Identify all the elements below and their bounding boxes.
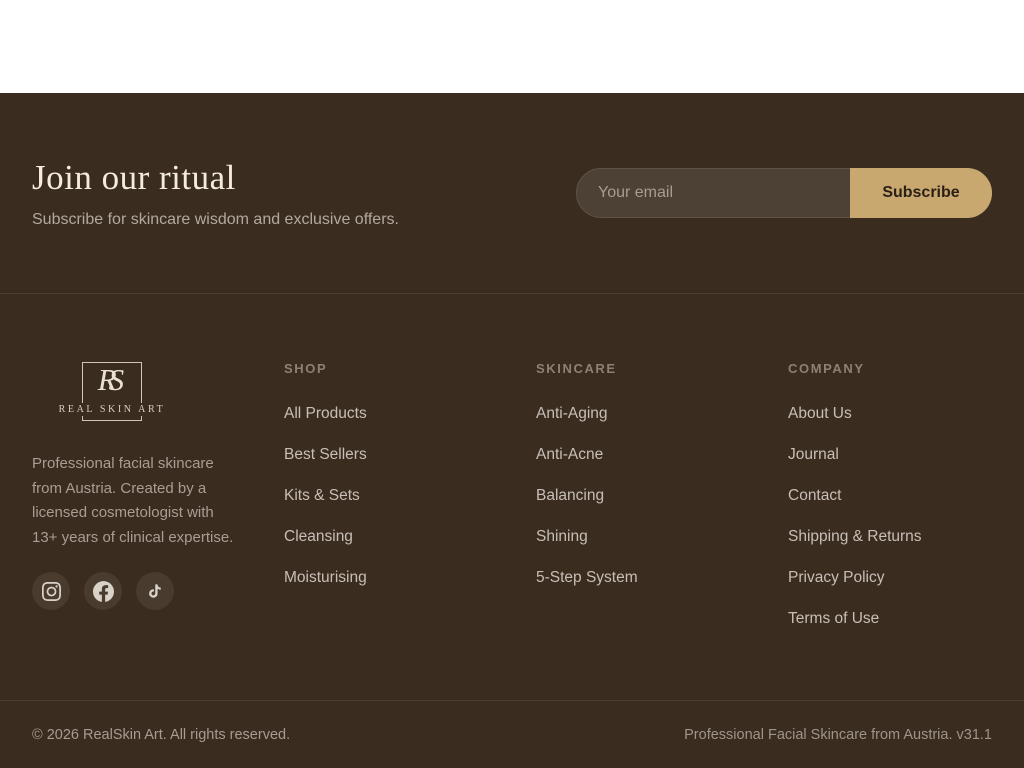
skincare-link-list: Anti-Aging Anti-Acne Balancing Shining 5… xyxy=(536,406,788,586)
list-item: Balancing xyxy=(536,488,788,504)
instagram-link[interactable] xyxy=(32,572,70,610)
list-item: Anti-Aging xyxy=(536,406,788,422)
list-item: Contact xyxy=(788,488,992,504)
logo-name: REAL SKIN ART xyxy=(56,403,169,416)
copyright-text: © 2026 RealSkin Art. All rights reserved… xyxy=(32,727,290,743)
link-cleansing[interactable]: Cleansing xyxy=(284,528,353,545)
list-item: All Products xyxy=(284,406,536,422)
newsletter-text: Join our ritual Subscribe for skincare w… xyxy=(32,158,399,229)
link-journal[interactable]: Journal xyxy=(788,446,839,463)
link-terms-of-use[interactable]: Terms of Use xyxy=(788,610,879,627)
list-item: Cleansing xyxy=(284,529,536,545)
list-item: Shining xyxy=(536,529,788,545)
facebook-icon xyxy=(93,581,114,602)
newsletter-section: Join our ritual Subscribe for skincare w… xyxy=(0,93,1024,293)
social-links xyxy=(32,572,284,610)
list-item: Anti-Acne xyxy=(536,447,788,463)
brand-logo[interactable]: RS REAL SKIN ART xyxy=(82,362,142,421)
list-item: Shipping & Returns xyxy=(788,529,992,545)
tiktok-link[interactable] xyxy=(136,572,174,610)
link-anti-acne[interactable]: Anti-Acne xyxy=(536,446,603,463)
column-heading-company: COMPANY xyxy=(788,361,992,376)
footer-bottom-bar: © 2026 RealSkin Art. All rights reserved… xyxy=(0,700,1024,768)
instagram-icon xyxy=(42,582,61,601)
list-item: Kits & Sets xyxy=(284,488,536,504)
list-item: Moisturising xyxy=(284,570,536,586)
list-item: Terms of Use xyxy=(788,611,992,627)
footer-tagline: Professional Facial Skincare from Austri… xyxy=(684,727,992,743)
footer-column-shop: SHOP All Products Best Sellers Kits & Se… xyxy=(284,361,536,652)
footer-column-company: COMPANY About Us Journal Contact Shippin… xyxy=(788,361,992,652)
company-link-list: About Us Journal Contact Shipping & Retu… xyxy=(788,406,992,627)
link-best-sellers[interactable]: Best Sellers xyxy=(284,446,367,463)
link-shipping-returns[interactable]: Shipping & Returns xyxy=(788,528,922,545)
newsletter-title: Join our ritual xyxy=(32,158,399,198)
subscribe-button[interactable]: Subscribe xyxy=(850,168,992,218)
list-item: Privacy Policy xyxy=(788,570,992,586)
site-footer: Join our ritual Subscribe for skincare w… xyxy=(0,93,1024,768)
link-all-products[interactable]: All Products xyxy=(284,405,367,422)
shop-link-list: All Products Best Sellers Kits & Sets Cl… xyxy=(284,406,536,586)
list-item: About Us xyxy=(788,406,992,422)
logo-monogram: RS xyxy=(98,362,124,398)
link-balancing[interactable]: Balancing xyxy=(536,487,604,504)
column-heading-shop: SHOP xyxy=(284,361,536,376)
link-anti-aging[interactable]: Anti-Aging xyxy=(536,405,608,422)
link-5-step-system[interactable]: 5-Step System xyxy=(536,569,638,586)
link-privacy-policy[interactable]: Privacy Policy xyxy=(788,569,884,586)
footer-links-section: RS REAL SKIN ART Professional facial ski… xyxy=(0,294,1024,652)
page-content-above-footer xyxy=(0,0,1024,93)
facebook-link[interactable] xyxy=(84,572,122,610)
newsletter-form: Subscribe xyxy=(576,168,992,218)
footer-column-skincare: SKINCARE Anti-Aging Anti-Acne Balancing … xyxy=(536,361,788,652)
column-heading-skincare: SKINCARE xyxy=(536,361,788,376)
list-item: 5-Step System xyxy=(536,570,788,586)
brand-description: Professional facial skincare from Austri… xyxy=(32,452,238,550)
list-item: Best Sellers xyxy=(284,447,536,463)
link-shining[interactable]: Shining xyxy=(536,528,588,545)
link-contact[interactable]: Contact xyxy=(788,487,841,504)
link-about-us[interactable]: About Us xyxy=(788,405,852,422)
list-item: Journal xyxy=(788,447,992,463)
tiktok-icon xyxy=(147,583,163,599)
brand-column: RS REAL SKIN ART Professional facial ski… xyxy=(32,361,284,652)
link-kits-sets[interactable]: Kits & Sets xyxy=(284,487,360,504)
link-moisturising[interactable]: Moisturising xyxy=(284,569,367,586)
newsletter-subtitle: Subscribe for skincare wisdom and exclus… xyxy=(32,211,399,229)
